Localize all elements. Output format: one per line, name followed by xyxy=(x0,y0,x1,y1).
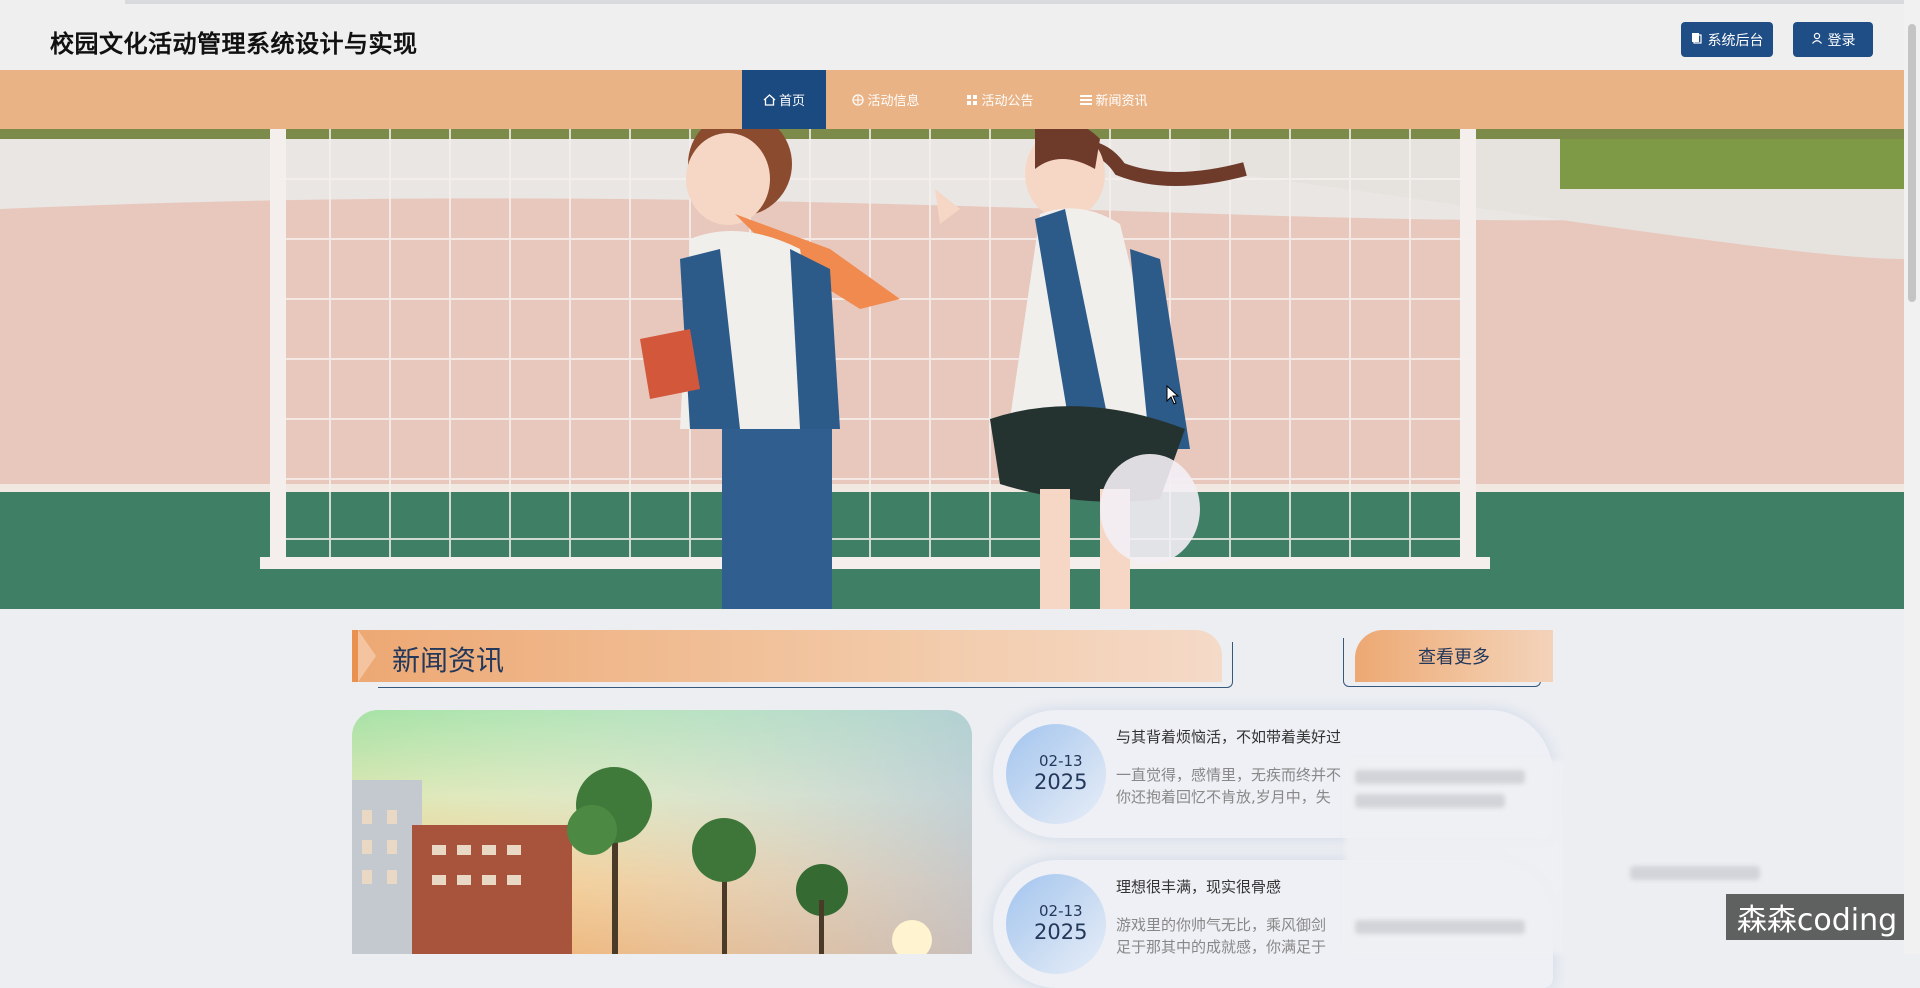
admin-backend-button[interactable]: 系统后台 xyxy=(1681,22,1773,57)
blurred-text xyxy=(1355,794,1505,808)
news-excerpt-line: 足于那其中的成就感，你满足于 xyxy=(1116,938,1327,956)
blurred-text xyxy=(1355,770,1525,784)
site-title: 校园文化活动管理系统设计与实现 xyxy=(50,30,418,58)
main-nav: 首页 活动信息 活动公告 新闻资讯 xyxy=(0,70,1904,129)
top-header: 校园文化活动管理系统设计与实现 系统后台 登录 xyxy=(0,0,1904,70)
news-title[interactable]: 与其背着烦恼活，不如带着美好过 xyxy=(1116,726,1341,747)
watermark: 森森coding xyxy=(1726,894,1908,940)
nav-label-home: 首页 xyxy=(778,94,805,109)
login-button[interactable]: 登录 xyxy=(1793,22,1873,57)
news-title[interactable]: 理想很丰满，现实很骨感 xyxy=(1116,876,1281,897)
blurred-text xyxy=(1355,920,1525,934)
news-excerpt: 游戏里的你帅气无比，乘风御剑 足于那其中的成就感，你满足于 xyxy=(1116,914,1346,958)
page-scrollbar[interactable] xyxy=(1904,0,1920,954)
grid-icon xyxy=(966,94,978,106)
nav-item-home[interactable]: 首页 xyxy=(742,70,826,129)
news-section-header: 新闻资讯 xyxy=(352,630,1233,688)
nav-label-activity-info: 活动信息 xyxy=(867,94,920,109)
home-icon xyxy=(763,93,776,106)
news-date-month-day: 02-13 xyxy=(1039,902,1083,920)
news-date-year: 2025 xyxy=(1034,920,1088,944)
book-icon xyxy=(1691,32,1703,48)
blurred-text xyxy=(1630,866,1760,880)
top-accent-line xyxy=(125,0,1904,4)
chevron-right-icon xyxy=(352,630,378,686)
news-excerpt-line: 你还抱着回忆不肯放,岁月中，失 xyxy=(1116,788,1331,806)
view-more-label: 查看更多 xyxy=(1355,630,1553,682)
news-excerpt: 一直觉得，感情里，无疾而终并不 你还抱着回忆不肯放,岁月中，失 xyxy=(1116,764,1346,808)
user-icon xyxy=(1811,32,1823,48)
news-date-year: 2025 xyxy=(1034,770,1088,794)
login-button-label: 登录 xyxy=(1827,32,1856,49)
admin-button-label: 系统后台 xyxy=(1707,32,1764,49)
view-more-button[interactable]: 查看更多 xyxy=(1343,630,1553,688)
news-section-title: 新闻资讯 xyxy=(392,644,505,677)
list-icon xyxy=(1080,94,1093,106)
news-date-month-day: 02-13 xyxy=(1039,752,1083,770)
hero-banner-image[interactable] xyxy=(0,129,1904,609)
nav-item-activity-notice[interactable]: 活动公告 xyxy=(950,70,1050,129)
news-excerpt-line: 游戏里的你帅气无比，乘风御剑 xyxy=(1116,916,1327,934)
mouse-cursor-icon xyxy=(1166,384,1180,409)
news-excerpt-line: 一直觉得，感情里，无疾而终并不 xyxy=(1116,766,1342,784)
nav-item-news[interactable]: 新闻资讯 xyxy=(1064,70,1164,129)
activity-icon xyxy=(852,93,865,106)
scrollbar-thumb[interactable] xyxy=(1908,24,1916,302)
news-featured-image[interactable] xyxy=(352,710,972,954)
nav-item-activity-info[interactable]: 活动信息 xyxy=(836,70,936,129)
nav-label-news: 新闻资讯 xyxy=(1095,94,1148,109)
nav-label-activity-notice: 活动公告 xyxy=(981,94,1034,109)
